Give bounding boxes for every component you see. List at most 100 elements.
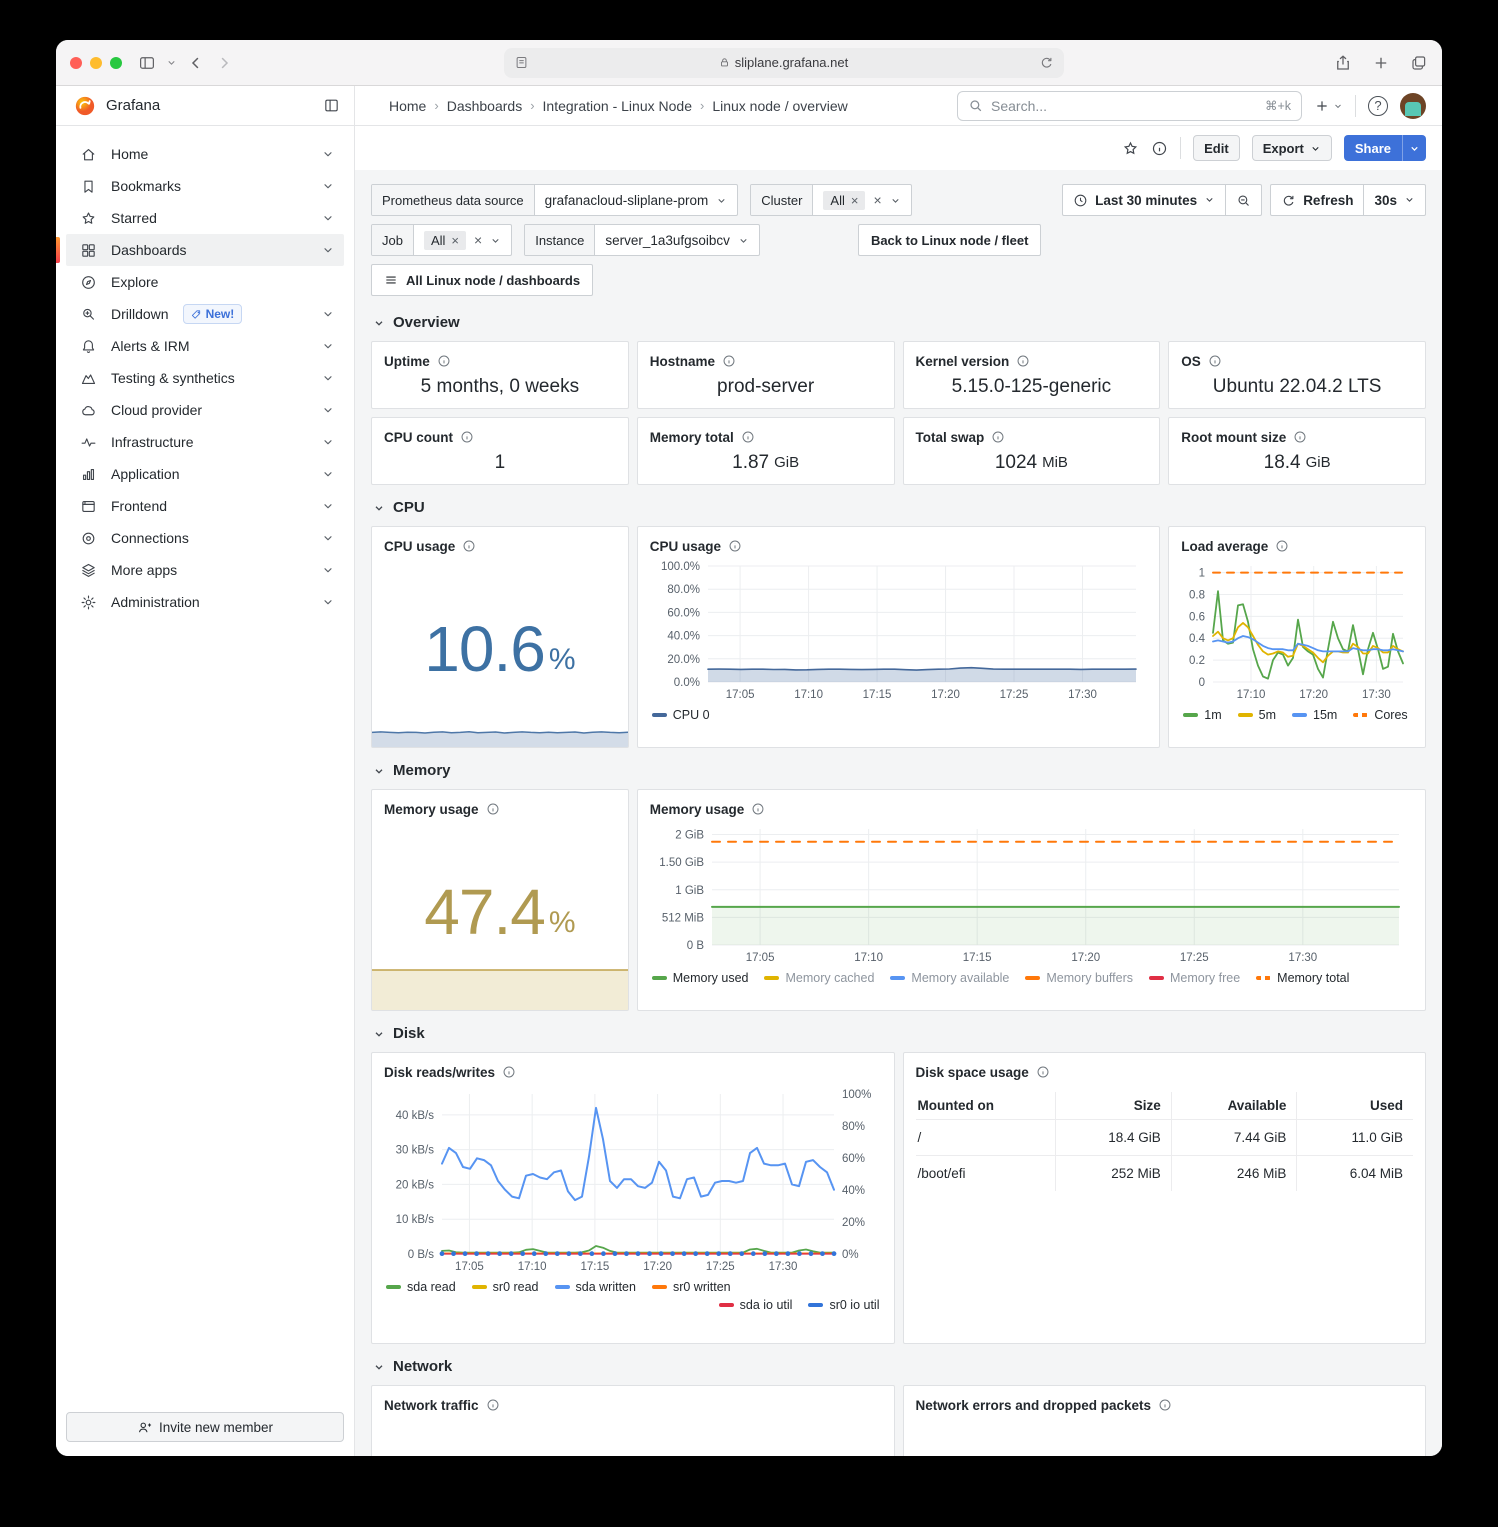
info-icon[interactable] [1275,539,1289,553]
mega-menu-toggle-icon[interactable] [323,97,340,114]
info-icon[interactable] [751,802,765,816]
panel-title[interactable]: CPU usage [384,539,455,554]
info-icon[interactable] [486,1398,500,1412]
job-value[interactable]: All× × [414,225,511,255]
panel-title[interactable]: Hostname [650,354,715,369]
sidebar-item-explore[interactable]: Explore [66,266,344,298]
chevron-down-icon[interactable] [166,57,177,68]
add-new-button[interactable] [1314,98,1343,114]
info-icon[interactable] [1016,354,1030,368]
column-header[interactable]: Mounted on [916,1092,1056,1120]
sidebar-toggle-icon[interactable] [138,54,156,72]
reader-icon[interactable] [514,55,529,70]
legend-item-sda-read[interactable]: sda read [386,1280,456,1294]
legend-item-sr0-read[interactable]: sr0 read [472,1280,539,1294]
legend-item-cores[interactable]: Cores [1353,708,1407,722]
info-icon[interactable] [728,539,742,553]
sidebar-item-application[interactable]: Application [66,458,344,490]
brand-name[interactable]: Grafana [106,97,160,114]
section-disk[interactable]: Disk [373,1025,1426,1042]
panel-title[interactable]: Load average [1181,539,1268,554]
legend-item-1m[interactable]: 1m [1183,708,1221,722]
panel-title[interactable]: Network traffic [384,1398,479,1413]
panel-title[interactable]: Root mount size [1181,430,1286,445]
new-tab-icon[interactable] [1372,54,1390,72]
share-button[interactable]: Share [1344,135,1402,161]
info-icon[interactable] [437,354,451,368]
panel-title[interactable]: CPU count [384,430,453,445]
tab-overview-icon[interactable] [1410,54,1428,72]
dashboard-info-icon[interactable] [1151,140,1168,157]
legend-item-sr0-io-util[interactable]: sr0 io util [808,1298,879,1312]
info-icon[interactable] [462,539,476,553]
info-icon[interactable] [1158,1398,1172,1412]
panel-title[interactable]: Kernel version [916,354,1010,369]
info-icon[interactable] [741,430,755,444]
legend-item-memory-buffers[interactable]: Memory buffers [1025,971,1133,985]
minimize-window-button[interactable] [90,57,102,69]
legend-item-memory-free[interactable]: Memory free [1149,971,1240,985]
sidebar-item-home[interactable]: Home [66,138,344,170]
cluster-value[interactable]: All× × [813,185,910,215]
legend-item-sda-io-util[interactable]: sda io util [719,1298,793,1312]
breadcrumb-item[interactable]: Linux node / overview [712,98,847,114]
avatar[interactable] [1400,93,1426,119]
refresh-interval-picker[interactable]: 30s [1363,185,1425,215]
info-icon[interactable] [502,1065,516,1079]
sidebar-item-more-apps[interactable]: More apps [66,554,344,586]
section-network[interactable]: Network [373,1358,1426,1375]
all-dashboards-button[interactable]: All Linux node / dashboards [371,264,593,296]
sidebar-item-drilldown[interactable]: DrilldownNew! [66,298,344,330]
legend-item-memory-used[interactable]: Memory used [652,971,749,985]
sidebar-item-starred[interactable]: Starred [66,202,344,234]
reload-icon[interactable] [1039,55,1054,70]
time-range-picker[interactable]: Last 30 minutes [1063,185,1225,215]
panel-title[interactable]: Network errors and dropped packets [916,1398,1152,1413]
sidebar-item-connections[interactable]: Connections [66,522,344,554]
legend-item-15m[interactable]: 15m [1292,708,1337,722]
invite-new-member-button[interactable]: Invite new member [66,1412,344,1442]
panel-title[interactable]: Memory usage [650,802,745,817]
share-page-icon[interactable] [1334,54,1352,72]
share-menu-caret[interactable] [1402,135,1426,161]
info-icon[interactable] [460,430,474,444]
sidebar-item-testing-synthetics[interactable]: Testing & synthetics [66,362,344,394]
info-icon[interactable] [722,354,736,368]
help-icon[interactable]: ? [1368,96,1388,116]
panel-title[interactable]: Uptime [384,354,430,369]
info-icon[interactable] [991,430,1005,444]
remove-value-icon[interactable]: × [451,233,459,248]
datasource-value[interactable]: grafanacloud-sliplane-prom [535,185,738,215]
panel-title[interactable]: Memory total [650,430,734,445]
section-overview[interactable]: Overview [373,314,1426,331]
sidebar-item-frontend[interactable]: Frontend [66,490,344,522]
breadcrumb-item[interactable]: Home [389,98,426,114]
refresh-button[interactable]: Refresh [1271,185,1363,215]
info-icon[interactable] [1036,1065,1050,1079]
legend-item-sr0-written[interactable]: sr0 written [652,1280,731,1294]
sidebar-item-alerts-irm[interactable]: Alerts & IRM [66,330,344,362]
legend-item-memory-cached[interactable]: Memory cached [764,971,874,985]
zoom-out-time-button[interactable] [1225,185,1261,215]
close-window-button[interactable] [70,57,82,69]
breadcrumb-item[interactable]: Dashboards [447,98,523,114]
instance-value[interactable]: server_1a3ufgsoibcv [595,225,759,255]
forward-icon[interactable] [215,54,233,72]
sidebar-item-administration[interactable]: Administration [66,586,344,618]
sidebar-item-bookmarks[interactable]: Bookmarks [66,170,344,202]
column-header[interactable]: Used [1297,1092,1413,1120]
export-button[interactable]: Export [1252,135,1332,161]
section-memory[interactable]: Memory [373,762,1426,779]
remove-value-icon[interactable]: × [851,193,859,208]
sidebar-item-dashboards[interactable]: Dashboards [66,234,344,266]
panel-title[interactable]: CPU usage [650,539,721,554]
back-to-fleet-button[interactable]: Back to Linux node / fleet [858,224,1041,256]
sidebar-item-infrastructure[interactable]: Infrastructure [66,426,344,458]
panel-title[interactable]: OS [1181,354,1201,369]
zoom-window-button[interactable] [110,57,122,69]
legend-item-memory-total[interactable]: Memory total [1256,971,1349,985]
clear-icon[interactable]: × [474,232,482,248]
address-bar[interactable]: sliplane.grafana.net [504,48,1064,78]
sidebar-item-cloud-provider[interactable]: Cloud provider [66,394,344,426]
panel-title[interactable]: Disk space usage [916,1065,1029,1080]
